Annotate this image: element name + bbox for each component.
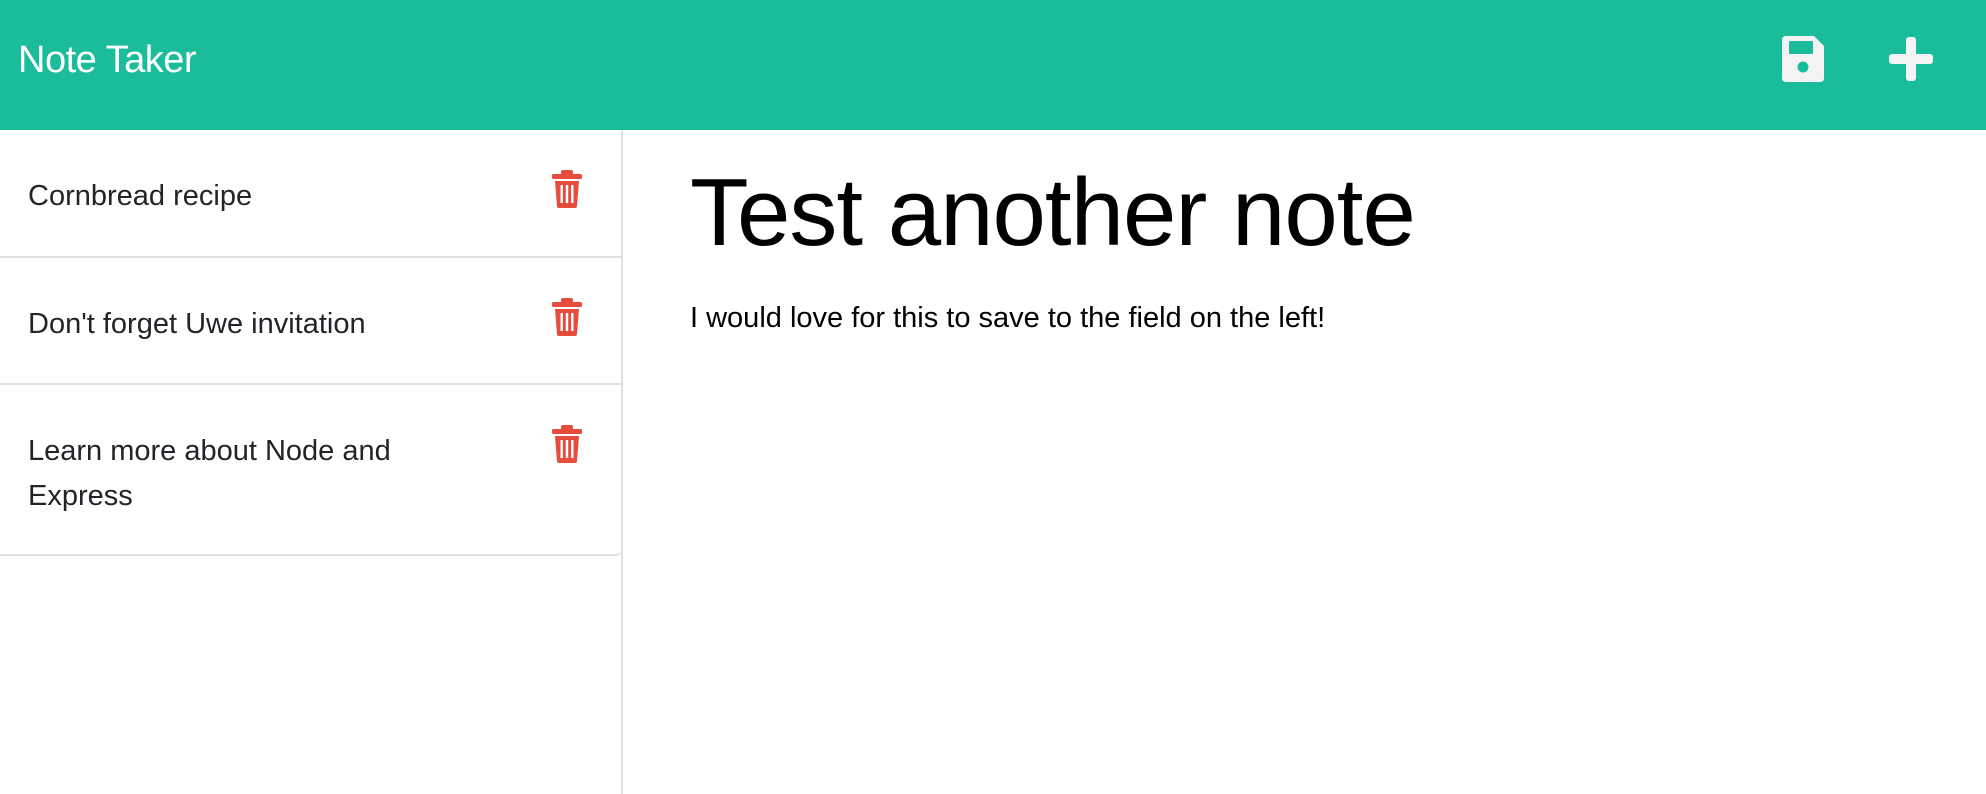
list-item[interactable]: Cornbread recipe: [0, 130, 622, 256]
note-title[interactable]: Cornbread recipe: [28, 174, 428, 219]
note-title[interactable]: Don't forget Uwe invitation: [28, 302, 428, 347]
list-item[interactable]: Don't forget Uwe invitation: [0, 256, 622, 383]
note-text-area[interactable]: I would love for this to save to the fie…: [690, 298, 1940, 338]
note-editor: Test another note I would love for this …: [690, 130, 1940, 338]
navbar: Note Taker: [0, 0, 1986, 130]
list-item[interactable]: Learn more about Node and Express: [0, 383, 622, 554]
brand-title[interactable]: Note Taker: [18, 36, 197, 84]
note-list: Cornbread recipe Don't forget Uwe invita…: [0, 130, 622, 556]
save-icon[interactable]: [1778, 34, 1828, 84]
trash-icon[interactable]: [552, 425, 582, 463]
trash-icon[interactable]: [552, 298, 582, 336]
note-title[interactable]: Learn more about Node and Express: [28, 429, 428, 519]
notes-sidebar: Cornbread recipe Don't forget Uwe invita…: [0, 130, 623, 794]
trash-icon[interactable]: [552, 170, 582, 208]
plus-icon[interactable]: [1886, 34, 1936, 84]
note-title-input[interactable]: Test another note: [690, 130, 1940, 268]
